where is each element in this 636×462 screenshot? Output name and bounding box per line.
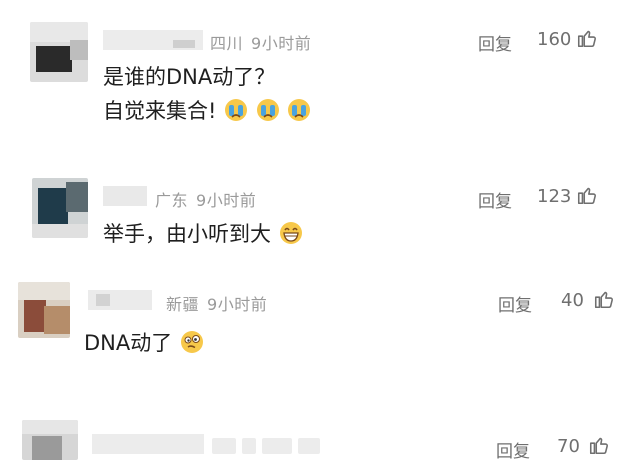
grinning-face-emoji-icon xyxy=(278,222,303,246)
reply-button[interactable]: 回复 xyxy=(478,187,512,212)
location-label: 广东 xyxy=(155,191,189,210)
comment-text: 举手，由小听到大 xyxy=(103,217,303,251)
crying-face-emoji-icon xyxy=(286,99,311,123)
crying-face-emoji-icon xyxy=(223,99,255,123)
like-count: 123 xyxy=(537,186,572,207)
meta-blurred xyxy=(212,438,320,454)
avatar[interactable] xyxy=(18,282,70,338)
comment-meta: 四川 9小时前 xyxy=(210,30,311,54)
like-count: 40 xyxy=(561,290,584,311)
like-count: 160 xyxy=(537,29,572,50)
comment-item: 四川 9小时前 回复 160 是谁的DNA动了？ 自觉来集合! xyxy=(0,0,636,160)
thumbs-up-icon[interactable] xyxy=(593,288,615,310)
comment-text: DNA动了 xyxy=(84,326,204,360)
crying-face-emoji-icon xyxy=(255,99,287,123)
comment-line-2: 自觉来集合! xyxy=(103,94,311,128)
comment-item: 广东 9小时前 回复 123 举手，由小听到大 xyxy=(0,160,636,270)
avatar[interactable] xyxy=(30,22,88,82)
thumbs-up-icon[interactable] xyxy=(588,434,610,456)
username-blurred[interactable] xyxy=(92,434,204,454)
comment-line: 举手，由小听到大 xyxy=(103,222,271,246)
username-blurred[interactable] xyxy=(103,30,203,50)
comment-meta: 广东 9小时前 xyxy=(155,187,256,211)
comment-meta: 新疆 9小时前 xyxy=(166,291,267,315)
like-count: 70 xyxy=(557,436,580,457)
comment-line: 是谁的DNA动了？ xyxy=(103,65,276,89)
username-blurred[interactable] xyxy=(88,290,152,310)
comment-text: 是谁的DNA动了？ 自觉来集合! xyxy=(103,60,311,128)
reply-button[interactable]: 回复 xyxy=(478,30,512,55)
avatar[interactable] xyxy=(22,420,78,460)
comment-item: 新疆 9小时前 回复 40 DNA动了 xyxy=(0,270,636,400)
location-label: 新疆 xyxy=(166,295,200,314)
comment-line: DNA动了 xyxy=(84,331,173,355)
timestamp: 9小时前 xyxy=(251,34,312,53)
comment-item: 回复 70 xyxy=(0,400,636,462)
thumbs-up-icon[interactable] xyxy=(576,27,598,49)
thumbs-up-icon[interactable] xyxy=(576,184,598,206)
reply-button[interactable]: 回复 xyxy=(496,437,530,462)
reply-button[interactable]: 回复 xyxy=(498,291,532,316)
woozy-face-emoji-icon xyxy=(179,331,204,355)
location-label: 四川 xyxy=(210,34,244,53)
avatar[interactable] xyxy=(32,178,88,238)
timestamp: 9小时前 xyxy=(207,295,268,314)
timestamp: 9小时前 xyxy=(196,191,257,210)
comment-line-text: 自觉来集合! xyxy=(103,99,217,123)
username-blurred[interactable] xyxy=(103,186,147,206)
